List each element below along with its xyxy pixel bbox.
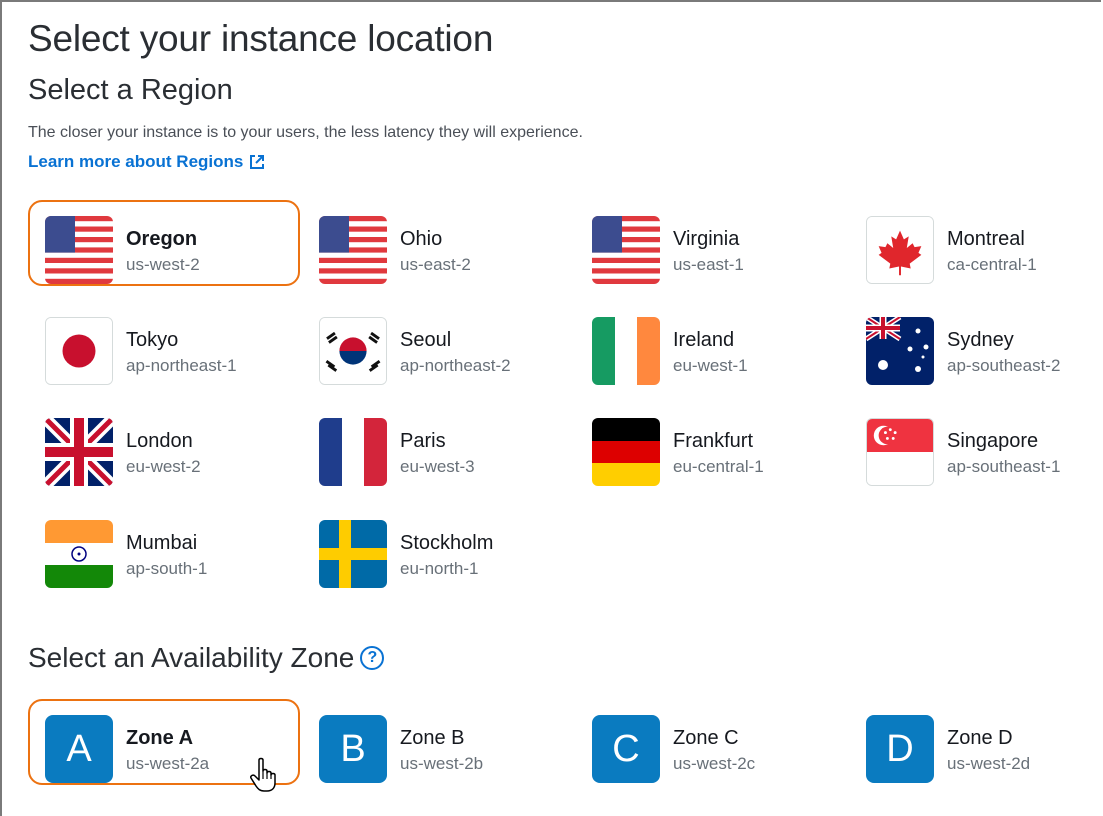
ireland-flag-icon — [592, 317, 660, 385]
region-tile-singapore[interactable]: Singapore ap-southeast-1 — [849, 402, 1101, 488]
sweden-flag-icon — [319, 520, 387, 588]
region-code: eu-west-1 — [673, 356, 748, 375]
region-code: ap-southeast-1 — [947, 457, 1061, 476]
region-tile-paris[interactable]: Paris eu-west-3 — [302, 402, 574, 488]
japan-flag-icon — [45, 317, 113, 385]
australia-flag-icon — [866, 317, 934, 385]
region-tile-ireland[interactable]: Ireland eu-west-1 — [575, 301, 847, 387]
region-code: eu-west-3 — [400, 457, 475, 476]
region-tile-montreal[interactable]: Montreal ca-central-1 — [849, 200, 1101, 286]
zone-name: Zone D — [947, 727, 1013, 749]
us-flag-icon — [45, 216, 113, 284]
zone-tile-d[interactable]: D Zone D us-west-2d — [849, 699, 1101, 785]
region-tile-seoul[interactable]: Seoul ap-northeast-2 — [302, 301, 574, 387]
region-code: us-west-2 — [126, 255, 200, 274]
region-heading: Select a Region — [28, 74, 233, 106]
zone-tile-b[interactable]: B Zone B us-west-2b — [302, 699, 574, 785]
region-name: Virginia — [673, 228, 740, 250]
page-title: Select your instance location — [28, 18, 494, 59]
zone-letter-badge: A — [45, 715, 113, 783]
us-flag-icon — [592, 216, 660, 284]
zone-name: Zone C — [673, 727, 739, 749]
region-name: Mumbai — [126, 532, 198, 554]
external-link-icon — [249, 154, 265, 170]
region-name: Ohio — [400, 228, 443, 250]
region-tile-stockholm[interactable]: Stockholm eu-north-1 — [302, 504, 574, 590]
zone-heading: Select an Availability Zone ? — [28, 642, 385, 674]
canada-flag-icon — [866, 216, 934, 284]
region-tile-frankfurt[interactable]: Frankfurt eu-central-1 — [575, 402, 847, 488]
region-tile-oregon[interactable]: Oregon us-west-2 — [28, 200, 300, 286]
region-code: eu-north-1 — [400, 559, 479, 578]
learn-more-regions-link[interactable]: Learn more about Regions — [28, 152, 265, 172]
korea-flag-icon — [319, 317, 387, 385]
uk-flag-icon — [45, 418, 113, 486]
zone-code: us-west-2a — [126, 754, 210, 773]
region-name: Oregon — [126, 228, 198, 250]
region-tile-sydney[interactable]: Sydney ap-southeast-2 — [849, 301, 1101, 387]
help-icon[interactable]: ? — [360, 646, 385, 670]
india-flag-icon — [45, 520, 113, 588]
region-name: Paris — [400, 430, 446, 452]
singapore-flag-icon — [866, 418, 934, 486]
region-code: us-east-1 — [673, 255, 744, 274]
region-name: Frankfurt — [673, 430, 754, 452]
region-code: ap-northeast-1 — [126, 356, 237, 375]
region-code: eu-central-1 — [673, 457, 764, 476]
zone-heading-label: Select an Availability Zone — [28, 642, 355, 673]
region-code: ap-northeast-2 — [400, 356, 511, 375]
region-name: London — [126, 430, 193, 452]
region-code: ap-south-1 — [126, 559, 208, 578]
zone-letter-badge: D — [866, 715, 934, 783]
zone-code: us-west-2c — [673, 754, 756, 773]
region-name: Montreal — [947, 228, 1025, 250]
germany-flag-icon — [592, 418, 660, 486]
region-tile-mumbai[interactable]: Mumbai ap-south-1 — [28, 504, 300, 590]
region-name: Stockholm — [400, 532, 494, 554]
zone-letter-badge: B — [319, 715, 387, 783]
region-tile-london[interactable]: London eu-west-2 — [28, 402, 300, 488]
france-flag-icon — [319, 418, 387, 486]
region-tile-virginia[interactable]: Virginia us-east-1 — [575, 200, 847, 286]
zone-code: us-west-2d — [947, 754, 1031, 773]
region-name: Singapore — [947, 430, 1039, 452]
region-code: ap-southeast-2 — [947, 356, 1061, 375]
region-code: eu-west-2 — [126, 457, 201, 476]
zone-letter-badge: C — [592, 715, 660, 783]
region-tile-ohio[interactable]: Ohio us-east-2 — [302, 200, 574, 286]
us-flag-icon — [319, 216, 387, 284]
region-code: us-east-2 — [400, 255, 471, 274]
region-description: The closer your instance is to your user… — [28, 124, 583, 141]
region-name: Ireland — [673, 329, 735, 351]
zone-code: us-west-2b — [400, 754, 484, 773]
hand-pointer-cursor-icon — [250, 757, 280, 793]
region-name: Tokyo — [126, 329, 179, 351]
zone-name: Zone A — [126, 727, 194, 749]
learn-more-label: Learn more about Regions — [28, 152, 244, 171]
region-name: Seoul — [400, 329, 452, 351]
zone-name: Zone B — [400, 727, 465, 749]
zone-tile-c[interactable]: C Zone C us-west-2c — [575, 699, 847, 785]
region-code: ca-central-1 — [947, 255, 1037, 274]
region-tile-tokyo[interactable]: Tokyo ap-northeast-1 — [28, 301, 300, 387]
region-name: Sydney — [947, 329, 1014, 351]
